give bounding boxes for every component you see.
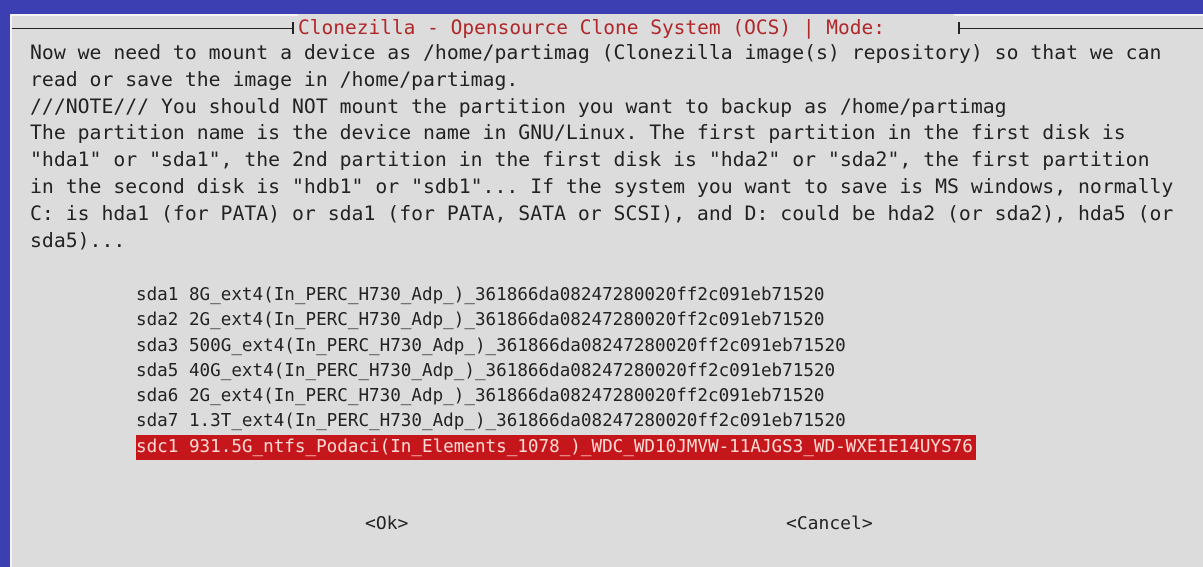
device-option-sda3[interactable]: sda3 500G_ext4(In_PERC_H730_Adp_)_361866…	[136, 336, 846, 356]
device-list: sda1 8G_ext4(In_PERC_H730_Adp_)_361866da…	[136, 283, 976, 461]
message-line: The partition name is the device name in…	[30, 121, 1126, 145]
title-border-cap-left	[292, 22, 294, 34]
dialog-message: Now we need to mount a device as /home/p…	[30, 40, 1200, 254]
terminal-screen: Clonezilla - Opensource Clone System (OC…	[0, 0, 1203, 567]
message-line: sda5)...	[30, 228, 126, 252]
device-option-sda5[interactable]: sda5 40G_ext4(In_PERC_H730_Adp_)_361866d…	[136, 361, 835, 381]
message-line: "hda1" or "sda1", the 2nd partition in t…	[30, 148, 1150, 172]
device-option-sdc1-selected[interactable]: sdc1 931.5G_ntfs_Podaci(In_Elements_1078…	[136, 434, 976, 461]
dialog-title: Clonezilla - Opensource Clone System (OC…	[298, 14, 954, 42]
ok-button[interactable]: <Ok>	[365, 512, 408, 536]
device-option-sda7[interactable]: sda7 1.3T_ext4(In_PERC_H730_Adp_)_361866…	[136, 411, 846, 431]
device-option-sda2[interactable]: sda2 2G_ext4(In_PERC_H730_Adp_)_361866da…	[136, 310, 825, 330]
message-line: in the second disk is "hdb1" or "sdb1"..…	[30, 174, 1174, 198]
title-border-right	[958, 28, 1203, 29]
cancel-button[interactable]: <Cancel>	[786, 512, 873, 536]
message-line: ///NOTE/// You should NOT mount the part…	[30, 94, 1007, 118]
device-option-sda6[interactable]: sda6 2G_ext4(In_PERC_H730_Adp_)_361866da…	[136, 386, 825, 406]
message-line: Now we need to mount a device as /home/p…	[30, 41, 1162, 64]
message-line: C: is hda1 (for PATA) or sda1 (for PATA,…	[30, 201, 1174, 225]
message-line: read or save the image in /home/partimag…	[30, 67, 519, 91]
device-option-sda1[interactable]: sda1 8G_ext4(In_PERC_H730_Adp_)_361866da…	[136, 285, 825, 305]
title-border-left	[12, 28, 292, 29]
